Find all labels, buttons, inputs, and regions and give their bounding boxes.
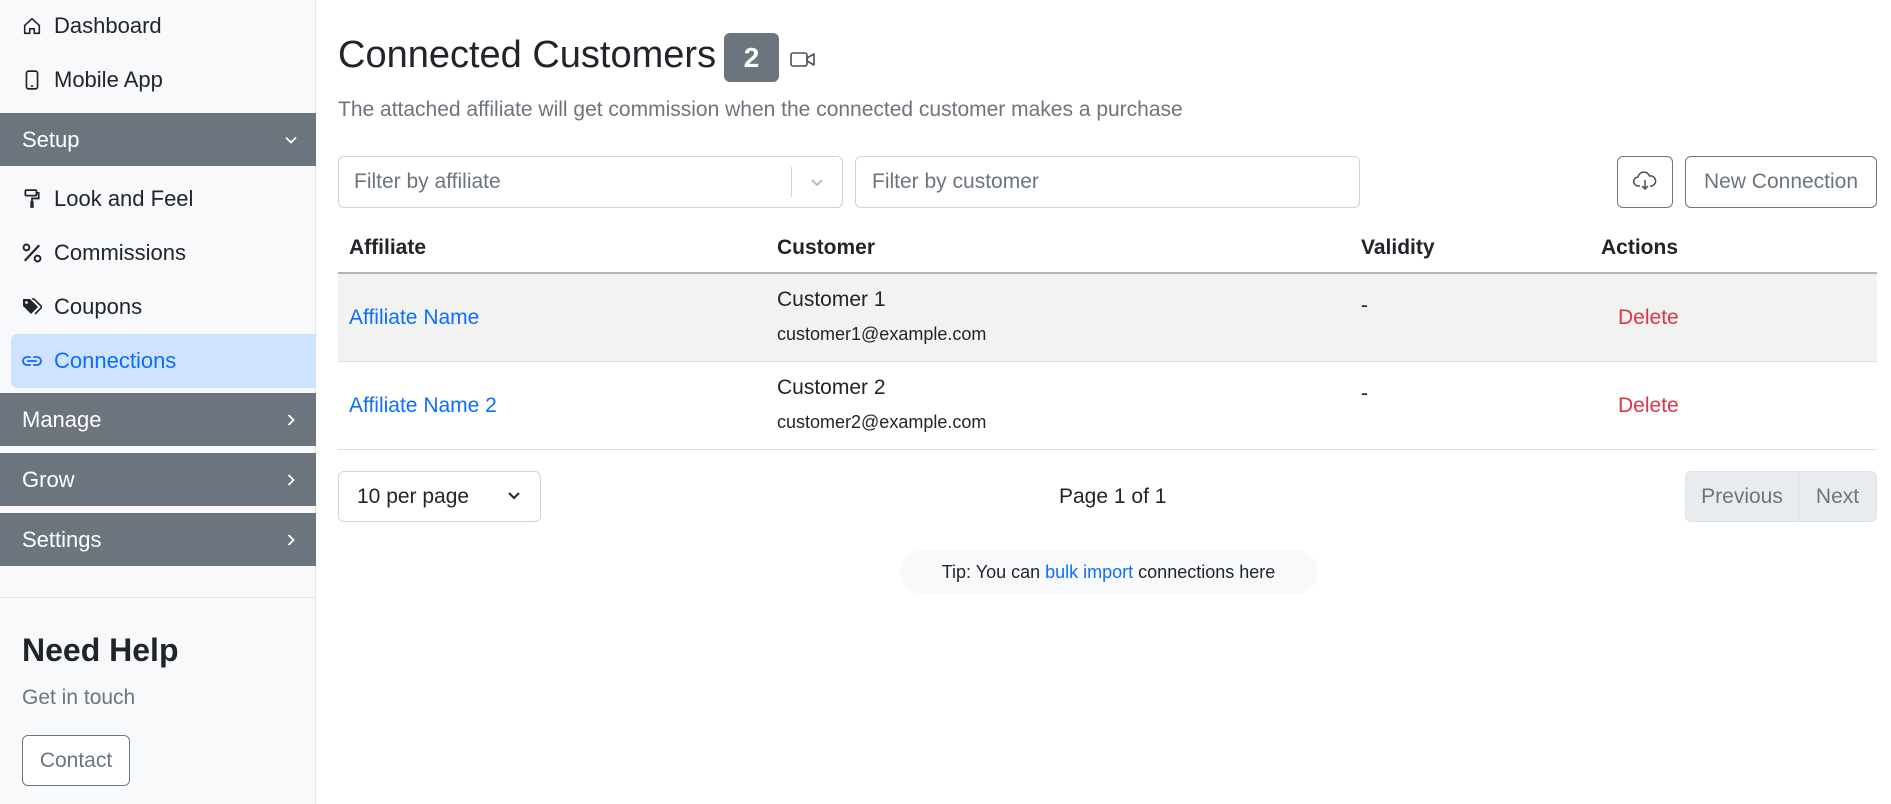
sidebar-item-look-and-feel[interactable]: Look and Feel	[0, 176, 316, 222]
customer-name: Customer 2	[777, 376, 886, 399]
customer-email: customer2@example.com	[777, 412, 987, 432]
tip-suffix: connections here	[1138, 561, 1276, 582]
delete-button[interactable]: Delete	[1618, 394, 1679, 418]
chevron-right-icon	[284, 533, 298, 547]
sidebar-item-commissions[interactable]: Commissions	[0, 230, 316, 276]
chevron-down-icon[interactable]	[792, 174, 842, 190]
affiliate-filter-placeholder: Filter by affiliate	[354, 170, 501, 193]
help-subtitle: Get in touch	[22, 686, 136, 709]
page-title: Connected Customers	[338, 34, 717, 76]
sidebar-item-coupons[interactable]: Coupons	[0, 284, 316, 330]
sidebar-item-label: Connections	[54, 348, 177, 373]
sidebar-item-mobile-app[interactable]: Mobile App	[0, 57, 316, 103]
pager: Previous Next	[1685, 471, 1877, 522]
sidebar: Dashboard Mobile App Setup Look and Feel…	[0, 0, 316, 804]
sidebar-item-label: Commissions	[54, 240, 187, 265]
customer-email: customer1@example.com	[777, 324, 987, 344]
sidebar-item-label: Mobile App	[54, 67, 163, 92]
help-title: Need Help	[22, 632, 179, 668]
section-label: Grow	[22, 466, 75, 492]
customer-name: Customer 1	[777, 288, 886, 311]
column-header-affiliate: Affiliate	[349, 236, 427, 259]
chevron-right-icon	[284, 473, 298, 487]
paint-roller-icon	[22, 189, 42, 209]
section-label: Setup	[22, 126, 80, 152]
validity-value: -	[1361, 294, 1368, 317]
affiliate-link[interactable]: Affiliate Name 2	[349, 394, 497, 418]
delete-button[interactable]: Delete	[1618, 306, 1679, 330]
section-label: Manage	[22, 406, 102, 432]
chevron-down-icon	[506, 485, 522, 509]
sidebar-item-label: Look and Feel	[54, 186, 194, 211]
affiliate-filter-select[interactable]: Filter by affiliate	[338, 156, 843, 208]
sidebar-item-label: Dashboard	[54, 13, 162, 38]
sidebar-section-manage[interactable]: Manage	[0, 393, 316, 446]
tip-prefix: Tip: You can	[941, 561, 1041, 582]
per-page-select[interactable]: 10 per page	[338, 471, 541, 522]
section-label: Settings	[22, 526, 102, 552]
affiliate-link[interactable]: Affiliate Name	[349, 306, 479, 330]
contact-button[interactable]: Contact	[22, 735, 130, 786]
new-connection-button[interactable]: New Connection	[1685, 156, 1877, 208]
column-header-actions: Actions	[1601, 236, 1679, 259]
validity-value: -	[1361, 382, 1368, 405]
next-button[interactable]: Next	[1799, 472, 1876, 521]
sidebar-item-label: Coupons	[54, 294, 143, 319]
download-button[interactable]	[1617, 156, 1673, 208]
per-page-value: 10 per page	[357, 484, 470, 508]
link-icon	[22, 351, 42, 371]
sidebar-item-connections[interactable]: Connections	[11, 334, 316, 388]
home-icon	[22, 16, 42, 36]
connections-table: Affiliate Customer Validity Actions Affi…	[338, 224, 1877, 450]
sidebar-section-setup[interactable]: Setup	[0, 113, 316, 166]
tags-icon	[22, 297, 42, 317]
chevron-right-icon	[284, 413, 298, 427]
video-icon[interactable]	[790, 49, 816, 69]
column-header-validity: Validity	[1361, 236, 1435, 259]
divider	[0, 597, 316, 598]
cloud-download-icon	[1633, 170, 1657, 195]
bulk-import-link[interactable]: bulk import	[1045, 562, 1133, 583]
chevron-down-icon	[284, 133, 298, 147]
sidebar-item-dashboard[interactable]: Dashboard	[0, 3, 316, 49]
phone-icon	[22, 70, 42, 90]
tip-banner: Tip: You can bulk import connections her…	[900, 550, 1317, 594]
sidebar-section-settings[interactable]: Settings	[0, 513, 316, 566]
table-row: Affiliate Name 2 Customer 2 customer2@ex…	[338, 362, 1877, 450]
sidebar-section-grow[interactable]: Grow	[0, 453, 316, 506]
table-row: Affiliate Name Customer 1 customer1@exam…	[338, 274, 1877, 362]
table-header: Affiliate Customer Validity Actions	[338, 224, 1877, 274]
percent-icon	[22, 243, 42, 263]
customer-filter-input[interactable]	[855, 156, 1360, 208]
previous-button[interactable]: Previous	[1686, 472, 1799, 521]
column-header-customer: Customer	[777, 236, 876, 259]
count-badge: 2	[724, 33, 779, 82]
page-subtitle: The attached affiliate will get commissi…	[338, 98, 1183, 121]
page-info: Page 1 of 1	[1059, 485, 1167, 508]
